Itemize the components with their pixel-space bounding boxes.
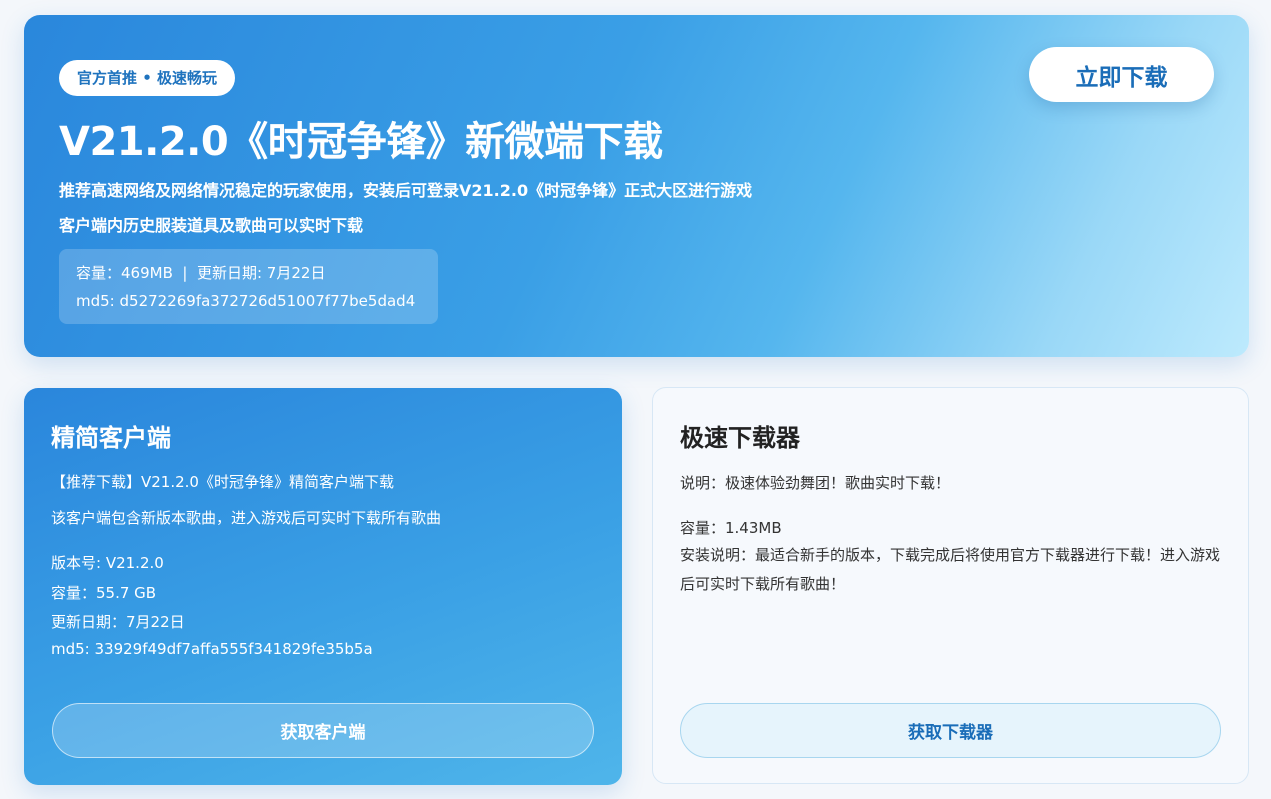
md5-info: md5: 33929f49df7affa555f341829fe35b5a [51,640,373,658]
card-title: 精简客户端 [51,424,171,452]
recommend-text: 【推荐下载】V21.2.0《时冠争锋》精简客户端下载 [51,473,394,491]
date-info: 更新日期：7月22日 [51,613,185,631]
card-title: 极速下载器 [680,424,800,452]
size-info: 容量：55.7 GB [51,584,157,602]
get-downloader-button[interactable]: 获取下载器 [680,703,1221,758]
size-date-info: 容量：469MB | 更新日期: 7月22日 [76,264,326,282]
md5-info: md5: d5272269fa372726d51007f77be5dad4 [76,292,416,310]
page-title: V21.2.0《时冠争锋》新微端下载 [59,119,663,165]
get-client-button[interactable]: 获取客户端 [52,703,594,758]
size-info: 容量：1.43MB [680,519,782,537]
install-note: 安装说明：最适合新手的版本，下载完成后将使用官方下载器进行下载！进入游戏后可实时… [680,546,1221,593]
version-info: 版本号: V21.2.0 [51,554,164,572]
downloader-description: 说明：极速体验劲舞团！歌曲实时下载！ [680,474,951,492]
lite-client-card: 精简客户端 【推荐下载】V21.2.0《时冠争锋》精简客户端下载 该客户端包含新… [24,388,622,785]
hero-desc-line: 客户端内历史服装道具及歌曲可以实时下载 [59,216,364,235]
hero-banner: 官方首推 • 极速畅玩 V21.2.0《时冠争锋》新微端下载 推荐高速网络及网络… [24,15,1249,357]
client-description: 该客户端包含新版本歌曲，进入游戏后可实时下载所有歌曲 [51,509,442,527]
hero-desc-line: 推荐高速网络及网络情况稳定的玩家使用，安装后可登录V21.2.0《时冠争锋》正式… [59,181,753,200]
hero-description: 推荐高速网络及网络情况稳定的玩家使用，安装后可登录V21.2.0《时冠争锋》正式… [59,173,752,243]
file-info-box: 容量：469MB | 更新日期: 7月22日 md5: d5272269fa37… [59,249,438,324]
download-now-button[interactable]: 立即下载 [1029,47,1214,102]
fast-downloader-card: 极速下载器 说明：极速体验劲舞团！歌曲实时下载！ 容量：1.43MB 安装说明：… [652,387,1249,784]
recommend-badge: 官方首推 • 极速畅玩 [59,60,236,96]
